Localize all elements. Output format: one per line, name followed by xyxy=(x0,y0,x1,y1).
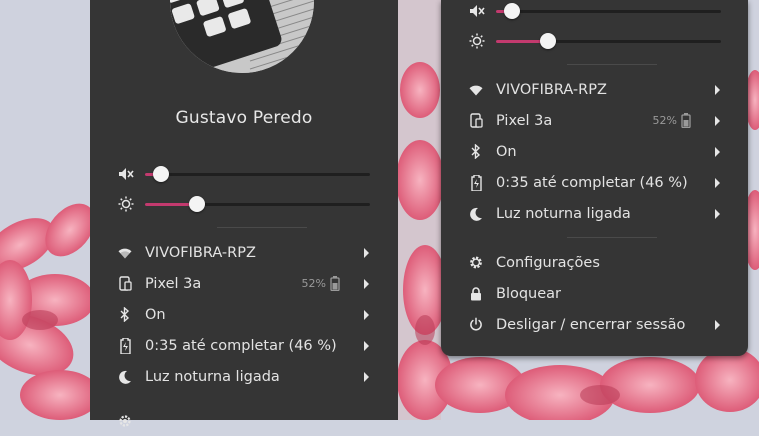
wifi-menu-item[interactable]: VIVOFIBRA-RPZ xyxy=(469,74,721,105)
chevron-right-icon xyxy=(364,340,369,351)
brightness-handle[interactable] xyxy=(188,196,205,212)
battery-charging-icon xyxy=(469,174,483,191)
chevron-right-icon xyxy=(715,84,720,95)
battery-menu-item[interactable]: 0:35 até completar (46 %) xyxy=(469,167,721,198)
brightness-icon xyxy=(118,196,134,212)
avatar[interactable] xyxy=(170,0,314,73)
device-menu-item[interactable]: Pixel 3a 52% xyxy=(469,105,721,136)
chevron-right-icon xyxy=(715,115,720,126)
volume-handle[interactable] xyxy=(503,3,520,19)
system-menu-right: VIVOFIBRA-RPZ Pixel 3a 52% On 0:35 até c… xyxy=(441,0,748,356)
volume-muted-icon xyxy=(119,168,134,180)
gear-icon xyxy=(118,413,132,429)
brightness-icon xyxy=(469,33,485,49)
device-label: Pixel 3a xyxy=(496,112,553,129)
phone-icon xyxy=(469,113,483,129)
lock-label: Bloquear xyxy=(496,285,562,302)
volume-handle[interactable] xyxy=(152,166,169,182)
brightness-slider[interactable] xyxy=(469,30,721,52)
separator xyxy=(567,237,657,238)
night-light-icon xyxy=(469,206,483,222)
brightness-track[interactable] xyxy=(496,33,721,49)
device-battery-percent: 52% xyxy=(301,277,326,290)
device-battery-percent: 52% xyxy=(652,114,677,127)
chevron-right-icon xyxy=(715,208,720,219)
settings-label: Configurações xyxy=(496,254,600,271)
chevron-right-icon xyxy=(715,146,720,157)
night-light-label: Luz noturna ligada xyxy=(145,368,280,385)
volume-slider[interactable] xyxy=(469,0,721,22)
wifi-label: VIVOFIBRA-RPZ xyxy=(145,244,256,261)
device-battery: 52% xyxy=(302,276,340,291)
chevron-right-icon xyxy=(364,278,369,289)
volume-track[interactable] xyxy=(496,3,721,19)
brightness-slider[interactable] xyxy=(118,193,370,215)
user-name: Gustavo Peredo xyxy=(175,108,313,128)
device-battery: 52% xyxy=(653,113,691,128)
settings-menu-item[interactable]: Configurações xyxy=(469,247,721,278)
power-icon xyxy=(469,317,483,333)
phone-icon xyxy=(118,276,132,292)
battery-icon xyxy=(681,113,691,128)
settings-menu-item-partial[interactable] xyxy=(118,405,370,436)
chevron-right-icon xyxy=(364,309,369,320)
battery-icon xyxy=(330,276,340,291)
lock-menu-item[interactable]: Bloquear xyxy=(469,278,721,309)
bluetooth-icon xyxy=(469,144,483,160)
night-light-icon xyxy=(118,369,132,385)
volume-slider[interactable] xyxy=(118,163,370,185)
system-menu-left: Gustavo Peredo VIVOFIBRA-RPZ Pixel 3a 52… xyxy=(90,0,398,427)
chevron-right-icon xyxy=(715,177,720,188)
battery-charging-icon xyxy=(118,337,132,354)
bluetooth-menu-item[interactable]: On xyxy=(118,299,370,330)
bluetooth-label: On xyxy=(496,143,517,160)
battery-menu-item[interactable]: 0:35 até completar (46 %) xyxy=(118,330,370,361)
power-menu-item[interactable]: Desligar / encerrar sessão xyxy=(469,309,721,340)
chevron-right-icon xyxy=(364,247,369,258)
bluetooth-label: On xyxy=(145,306,166,323)
device-label: Pixel 3a xyxy=(145,275,202,292)
lock-icon xyxy=(469,286,483,302)
wifi-menu-item[interactable]: VIVOFIBRA-RPZ xyxy=(118,237,370,268)
brightness-track[interactable] xyxy=(145,196,370,212)
wifi-label: VIVOFIBRA-RPZ xyxy=(496,81,607,98)
night-light-label: Luz noturna ligada xyxy=(496,205,631,222)
wifi-icon xyxy=(469,82,483,98)
bluetooth-icon xyxy=(118,307,132,323)
separator xyxy=(217,227,307,228)
avatar-calculator-image xyxy=(170,0,314,73)
chevron-right-icon xyxy=(715,319,720,330)
power-label: Desligar / encerrar sessão xyxy=(496,316,686,333)
bluetooth-menu-item[interactable]: On xyxy=(469,136,721,167)
night-light-menu-item[interactable]: Luz noturna ligada xyxy=(469,198,721,229)
volume-muted-icon xyxy=(470,5,485,17)
brightness-handle[interactable] xyxy=(539,33,556,49)
device-menu-item[interactable]: Pixel 3a 52% xyxy=(118,268,370,299)
wifi-icon xyxy=(118,245,132,261)
chevron-right-icon xyxy=(364,371,369,382)
gear-icon xyxy=(469,255,483,271)
night-light-menu-item[interactable]: Luz noturna ligada xyxy=(118,361,370,392)
volume-track[interactable] xyxy=(145,166,370,182)
separator xyxy=(567,64,657,65)
battery-label: 0:35 até completar (46 %) xyxy=(145,337,337,354)
battery-label: 0:35 até completar (46 %) xyxy=(496,174,688,191)
